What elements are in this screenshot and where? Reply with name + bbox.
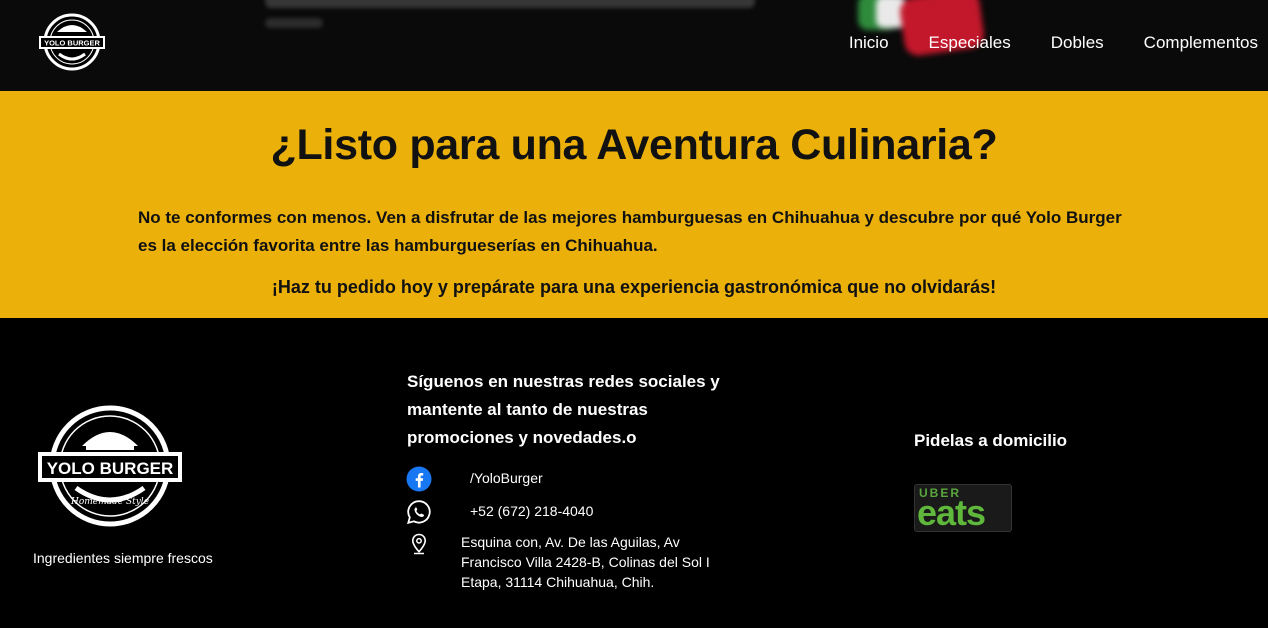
social-heading: Síguenos en nuestras redes sociales y ma… — [407, 372, 720, 447]
blurred-hero-text — [265, 18, 323, 28]
footer-logo-text: YOLO BURGER — [47, 459, 174, 478]
cta-title: ¿Listo para una Aventura Culinaria? — [270, 121, 998, 169]
map-pin-icon — [411, 533, 427, 555]
whatsapp-link[interactable]: +52 (672) 218-4040 — [406, 499, 593, 525]
address-text: Esquina con, Av. De las Aguilas, Av Fran… — [461, 534, 710, 590]
yolo-burger-logo[interactable]: YOLO BURGER — [37, 12, 107, 72]
blurred-hero-image — [858, 0, 988, 64]
blurred-hero-text — [265, 0, 755, 8]
logo-text: YOLO BURGER — [44, 39, 100, 48]
footer-logo: YOLO BURGER Homemade Style — [38, 405, 182, 527]
site-header: YOLO BURGER Inicio Especiales Dobles Com… — [0, 0, 1268, 91]
main-nav: Inicio Especiales Dobles Complementos — [809, 33, 1258, 53]
nav-inicio[interactable]: Inicio — [849, 33, 889, 53]
whatsapp-icon — [407, 500, 431, 525]
ubereats-button[interactable]: UBER eats — [914, 484, 1012, 532]
nav-complementos[interactable]: Complementos — [1144, 33, 1258, 53]
facebook-icon — [406, 466, 432, 492]
footer-tagline: Ingredientes siempre frescos — [33, 550, 213, 566]
footer-logo-subtext: Homemade Style — [70, 497, 149, 507]
cta-order-text: ¡Haz tu pedido hoy y prepárate para una … — [271, 277, 997, 297]
delivery-heading: Pidelas a domicilio — [914, 431, 1068, 450]
ubereats-eats-text: eats — [917, 492, 986, 533]
site-footer: YOLO BURGER Homemade Style Ingredientes … — [0, 318, 1268, 628]
address-row: Esquina con, Av. De las Aguilas, Av Fran… — [406, 532, 710, 590]
nav-especiales[interactable]: Especiales — [929, 33, 1011, 53]
cta-paragraph: No te conformes con menos. Ven a disfrut… — [138, 208, 1122, 255]
facebook-link[interactable]: /YoloBurger — [406, 466, 543, 492]
nav-dobles[interactable]: Dobles — [1051, 33, 1104, 53]
whatsapp-number[interactable]: +52 (672) 218-4040 — [470, 501, 593, 521]
facebook-handle[interactable]: /YoloBurger — [470, 468, 543, 488]
cta-band: ¿Listo para una Aventura Culinaria? No t… — [0, 91, 1268, 318]
